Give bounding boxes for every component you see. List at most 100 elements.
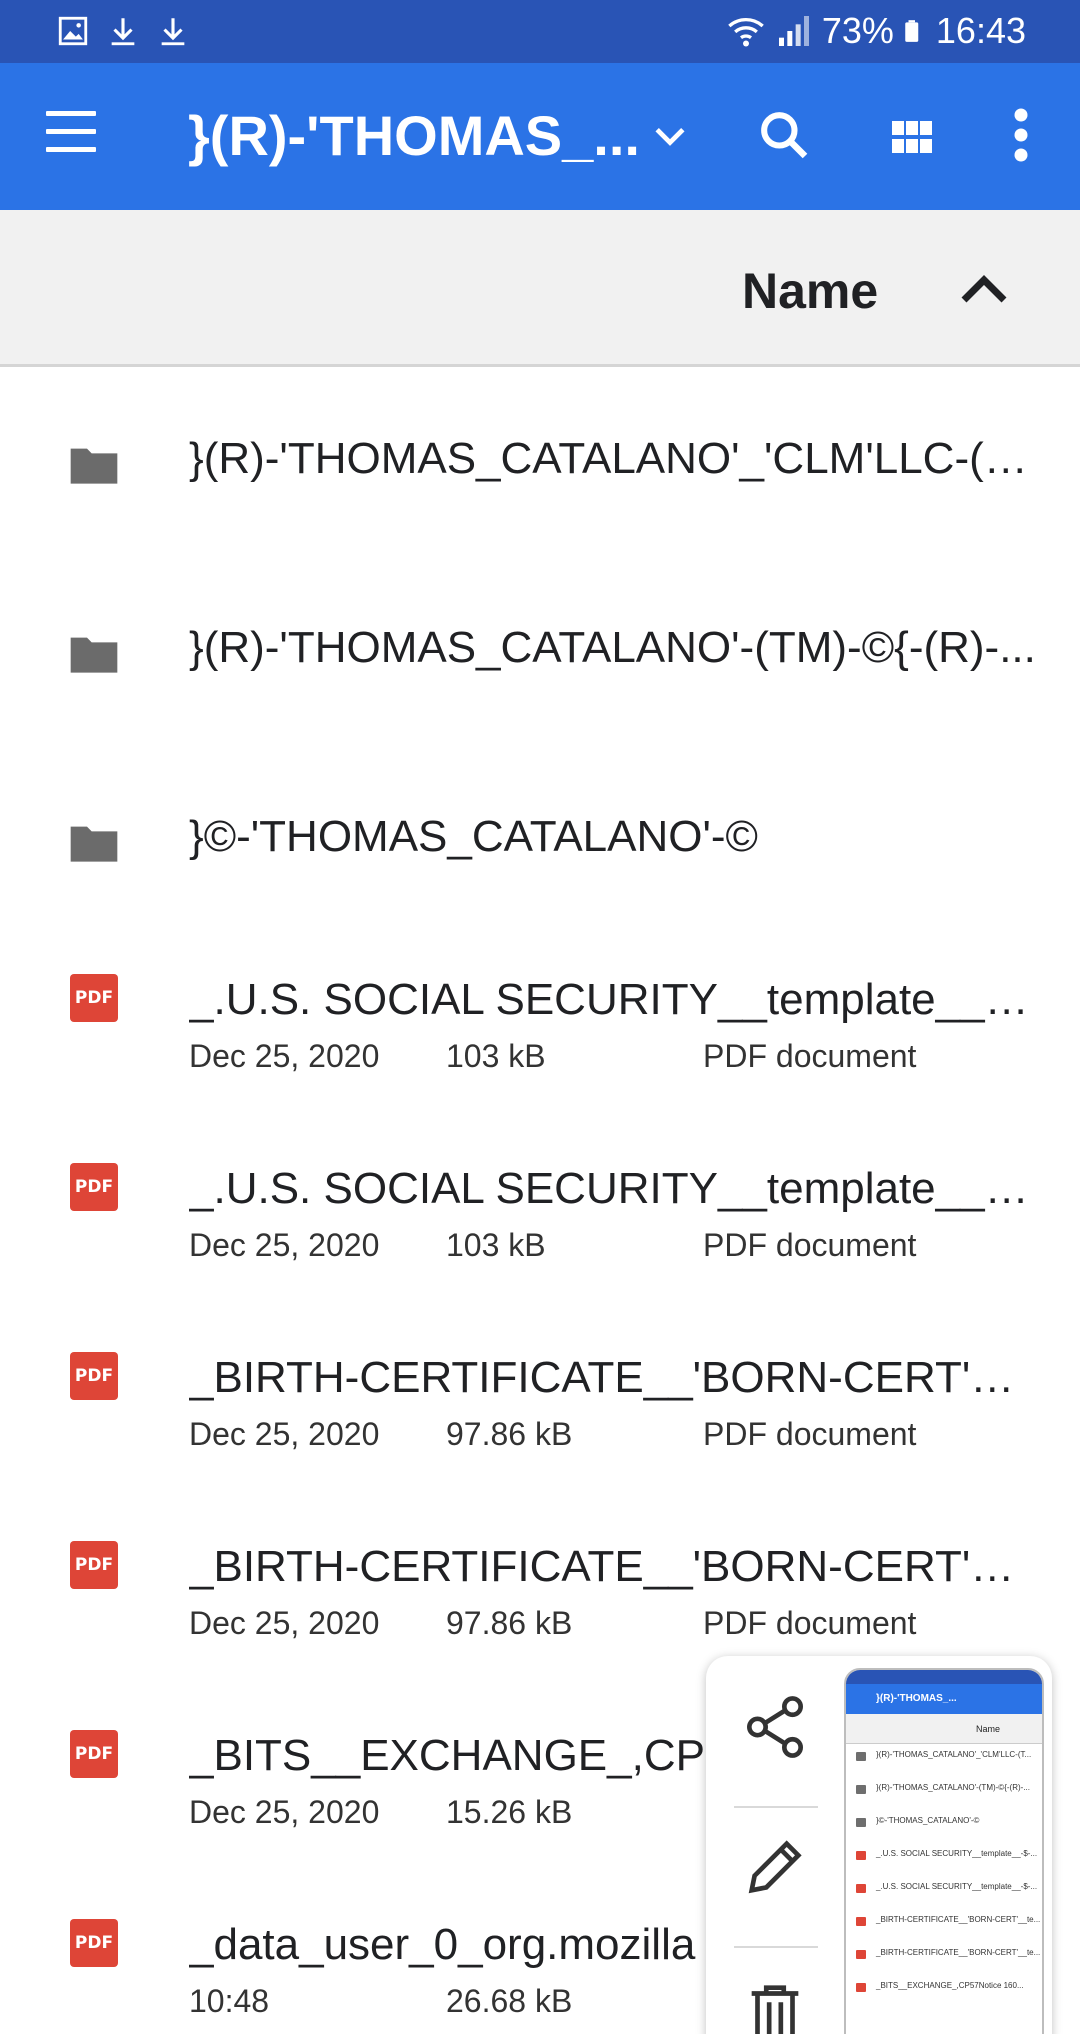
folder-icon xyxy=(70,637,118,673)
file-name: }(R)-'THOMAS_CATALANO'-(TM)-©{-(R)-... xyxy=(189,623,1036,672)
list-item[interactable]: PDF _.U.S. SOCIAL SECURITY__template__-$… xyxy=(0,934,1080,1123)
divider xyxy=(734,1946,818,1948)
grid-view-icon[interactable] xyxy=(888,113,936,161)
file-name: }(R)-'THOMAS_CATALANO'_'CLM'LLC-(T... xyxy=(189,434,1037,483)
pdf-badge: PDF xyxy=(70,974,118,1022)
folder-icon xyxy=(70,826,118,862)
pdf-icon: PDF xyxy=(66,1726,122,1782)
file-size: 103 kB xyxy=(446,1038,546,1074)
sort-by-name-button[interactable]: Name xyxy=(742,262,878,320)
list-item[interactable]: }©-'THOMAS_CATALANO'-© xyxy=(0,745,1080,934)
file-size: 15.26 kB xyxy=(446,1794,573,1830)
thumbnail-row-text: _BIRTH-CERTIFICATE__'BORN-CERT'__te... xyxy=(876,1948,1041,1957)
delete-icon[interactable] xyxy=(740,1976,810,2034)
list-item[interactable]: }(R)-'THOMAS_CATALANO'_'CLM'LLC-(T... xyxy=(0,367,1080,556)
pdf-icon: PDF xyxy=(66,970,122,1026)
thumbnail-sort-label: Name xyxy=(846,1714,1042,1744)
sort-bar: Name xyxy=(0,210,1080,367)
file-size: 26.68 kB xyxy=(446,1983,573,2019)
pdf-icon xyxy=(856,1950,866,1959)
thumbnail-row: }(R)-'THOMAS_CATALANO'-(TM)-©{-(R)-... xyxy=(846,1777,1042,1810)
pdf-icon: PDF xyxy=(66,1915,122,1971)
thumbnail-row-text: _.U.S. SOCIAL SECURITY__template__-$-... xyxy=(876,1882,1038,1891)
thumbnail-row: _BIRTH-CERTIFICATE__'BORN-CERT'__te... xyxy=(846,1909,1042,1942)
folder-title[interactable]: }(R)-'THOMAS_... xyxy=(188,103,640,169)
status-bar: 73% 16:43 xyxy=(0,0,1080,63)
screenshot-thumbnail[interactable]: }(R)-'THOMAS_... Name }(R)-'THOMAS_CATAL… xyxy=(844,1668,1044,2034)
thumbnail-title: }(R)-'THOMAS_... xyxy=(846,1684,1042,1714)
file-date: Dec 25, 2020 xyxy=(189,1416,380,1452)
file-size: 97.86 kB xyxy=(446,1416,573,1452)
pdf-badge: PDF xyxy=(70,1919,118,1967)
menu-icon xyxy=(46,111,96,116)
pdf-icon xyxy=(856,1884,866,1893)
thumbnail-row: _.U.S. SOCIAL SECURITY__template__-$-... xyxy=(846,1843,1042,1876)
edit-icon[interactable] xyxy=(740,1832,810,1902)
menu-icon-line xyxy=(46,129,96,134)
app-bar: }(R)-'THOMAS_... xyxy=(0,63,1080,210)
file-name: _.U.S. SOCIAL SECURITY__template__-$-... xyxy=(189,1164,1037,1213)
pdf-icon xyxy=(856,1983,866,1992)
pdf-badge: PDF xyxy=(70,1541,118,1589)
menu-icon-line xyxy=(46,147,96,152)
file-date: Dec 25, 2020 xyxy=(189,1794,380,1830)
file-type: PDF document xyxy=(703,1416,917,1452)
pdf-icon: PDF xyxy=(66,1159,122,1215)
file-type: PDF document xyxy=(703,1038,917,1074)
pdf-badge: PDF xyxy=(70,1163,118,1211)
divider xyxy=(734,1806,818,1808)
file-date: Dec 25, 2020 xyxy=(189,1038,380,1074)
signal-icon xyxy=(778,16,809,46)
wifi-icon xyxy=(728,18,764,47)
pdf-icon: PDF xyxy=(66,1348,122,1404)
pdf-badge: PDF xyxy=(70,1352,118,1400)
file-date: Dec 25, 2020 xyxy=(189,1227,380,1263)
file-name: _.U.S. SOCIAL SECURITY__template__-$-... xyxy=(189,975,1037,1024)
thumbnail-row-text: }©-'THOMAS_CATALANO'-© xyxy=(876,1816,980,1825)
folder-icon xyxy=(856,1785,866,1794)
thumbnail-row: }©-'THOMAS_CATALANO'-© xyxy=(846,1810,1042,1843)
file-date: 10:48 xyxy=(189,1983,270,2019)
thumbnail-status-bar xyxy=(846,1670,1042,1684)
file-name: _BIRTH-CERTIFICATE__'BORN-CERT'__te... xyxy=(189,1542,1037,1591)
thumbnail-row-text: _BIRTH-CERTIFICATE__'BORN-CERT'__te... xyxy=(876,1915,1041,1924)
thumbnail-row-text: _BITS__EXCHANGE_,CP57Notice 160... xyxy=(876,1981,1024,1990)
more-vert-icon[interactable] xyxy=(1006,105,1036,165)
clock: 16:43 xyxy=(935,10,1026,51)
thumbnail-row: _BIRTH-CERTIFICATE__'BORN-CERT'__te... xyxy=(846,1942,1042,1975)
list-item[interactable]: PDF _.U.S. SOCIAL SECURITY__template__-$… xyxy=(0,1123,1080,1312)
file-type: PDF document xyxy=(703,1227,917,1263)
download-icon xyxy=(111,18,135,46)
screenshot-preview-panel: }(R)-'THOMAS_... Name }(R)-'THOMAS_CATAL… xyxy=(706,1656,1052,2034)
screenshot-actions xyxy=(706,1656,846,2034)
pdf-icon: PDF xyxy=(66,1537,122,1593)
share-icon[interactable] xyxy=(740,1692,810,1762)
pdf-icon xyxy=(856,1917,866,1926)
notification-icons xyxy=(56,14,190,48)
file-name: _BIRTH-CERTIFICATE__'BORN-CERT'__te... xyxy=(189,1353,1037,1402)
chevron-up-icon[interactable] xyxy=(954,260,1014,320)
file-date: Dec 25, 2020 xyxy=(189,1605,380,1641)
thumbnail-row: _BITS__EXCHANGE_,CP57Notice 160... xyxy=(846,1975,1042,2008)
battery-percent: 73% xyxy=(821,10,894,51)
file-size: 97.86 kB xyxy=(446,1605,573,1641)
thumbnail-row-text: _.U.S. SOCIAL SECURITY__template__-$-... xyxy=(876,1849,1038,1858)
file-size: 103 kB xyxy=(446,1227,546,1263)
battery-icon xyxy=(905,20,919,42)
chevron-down-icon[interactable] xyxy=(648,115,692,159)
folder-icon xyxy=(70,448,118,484)
system-status: 73% 16:43 xyxy=(726,8,1026,54)
thumbnail-row-text: }(R)-'THOMAS_CATALANO'-(TM)-©{-(R)-... xyxy=(876,1783,1030,1792)
list-item[interactable]: PDF _BIRTH-CERTIFICATE__'BORN-CERT'__te.… xyxy=(0,1312,1080,1501)
image-notification-icon xyxy=(58,16,88,46)
menu-button[interactable] xyxy=(46,111,102,161)
search-icon[interactable] xyxy=(756,107,812,163)
download-icon xyxy=(161,18,185,46)
pdf-badge: PDF xyxy=(70,1730,118,1778)
folder-icon xyxy=(856,1818,866,1827)
file-name: }©-'THOMAS_CATALANO'-© xyxy=(189,812,758,861)
folder-icon xyxy=(856,1752,866,1761)
file-type: PDF document xyxy=(703,1605,917,1641)
list-item[interactable]: }(R)-'THOMAS_CATALANO'-(TM)-©{-(R)-... xyxy=(0,556,1080,745)
thumbnail-row: _.U.S. SOCIAL SECURITY__template__-$-... xyxy=(846,1876,1042,1909)
